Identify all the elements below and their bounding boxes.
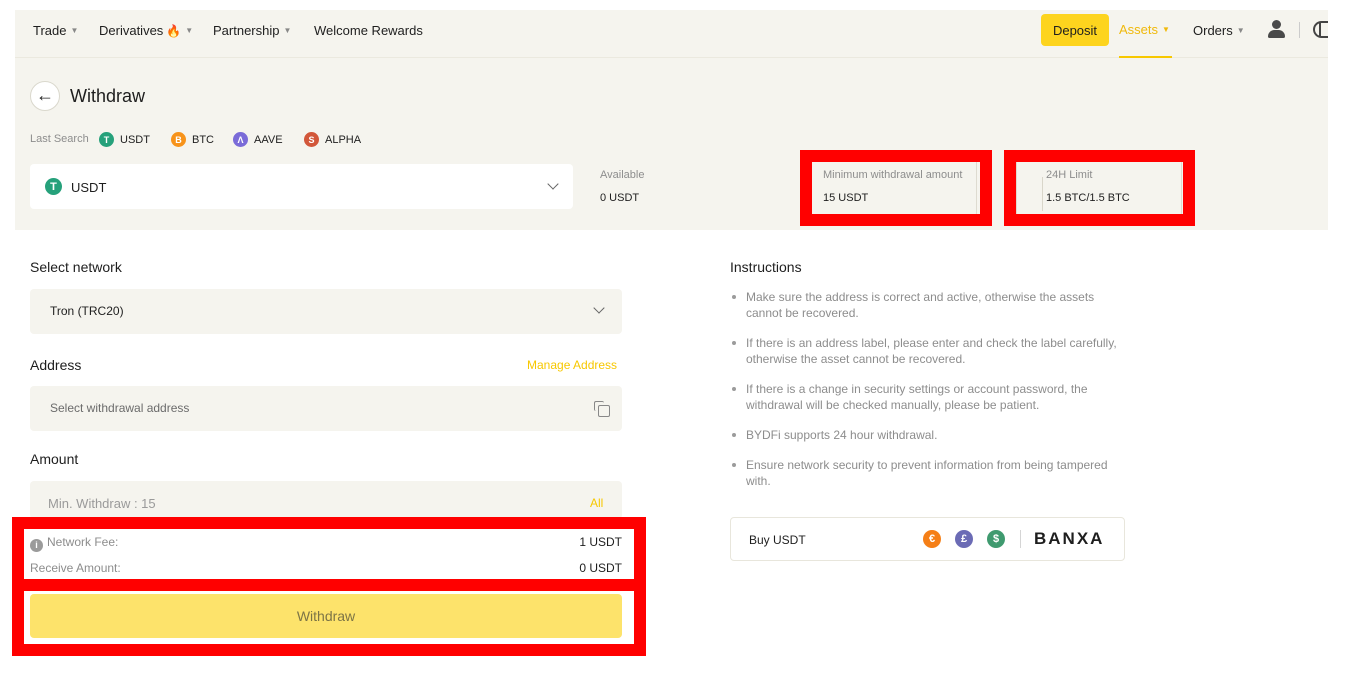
chip-label: USDT [120,133,150,146]
instructions-list: Make sure the address is correct and act… [730,289,1120,503]
top-nav: Trade ▼ Derivatives 🔥 ▼ Partnership ▼ Welcom… [15,10,1328,58]
copy-icon[interactable] [594,401,610,417]
last-search-chip-aave[interactable]: Λ AAVE [233,132,283,147]
highlight-24h-limit [1004,150,1195,226]
aave-coin-icon: Λ [233,132,248,147]
address-placeholder: Select withdrawal address [50,401,190,415]
instruction-item: Ensure network security to prevent infor… [730,457,1120,489]
instruction-item: If there is a change in security setting… [730,381,1120,413]
instructions-title: Instructions [730,259,802,275]
chip-label: BTC [192,133,214,146]
amount-label: Amount [30,451,79,467]
banxa-logo: BANXA [1034,529,1105,548]
nav-assets-label: Assets [1119,22,1159,37]
caret-down-icon: ▼ [70,26,79,35]
select-network-label: Select network [30,259,122,275]
last-search-chip-alpha[interactable]: S ALPHA [304,132,361,147]
caret-down-icon: ▼ [283,26,292,35]
amount-placeholder: Min. Withdraw : 15 [48,496,156,511]
last-search-chip-btc[interactable]: B BTC [171,132,214,147]
nav-orders-label: Orders [1193,23,1233,38]
alpha-coin-icon: S [304,132,319,147]
instruction-item: Make sure the address is correct and act… [730,289,1120,321]
dollar-icon: $ [987,530,1005,548]
last-search-chip-usdt[interactable]: T USDT [99,132,150,147]
nav-orders[interactable]: Orders ▼ [1193,23,1245,38]
caret-down-icon: ▼ [185,26,194,35]
chevron-down-icon [593,302,605,314]
caret-down-icon: ▼ [1236,26,1245,35]
highlight-divider [24,579,634,591]
chip-label: ALPHA [325,133,362,146]
amount-input[interactable]: Min. Withdraw : 15 [30,481,622,519]
receive-amount-label: Receive Amount: [30,561,121,575]
buy-divider [1020,530,1021,548]
coin-select[interactable]: T USDT [30,164,573,209]
info-icon[interactable]: i [30,539,43,552]
globe-icon[interactable] [1313,21,1328,38]
buy-crypto-box[interactable]: Buy USDT € £ $ BANXA [730,517,1125,561]
nav-welcome-rewards[interactable]: Welcome Rewards [314,23,423,38]
network-fee-label: Network Fee: [47,535,119,549]
receive-amount-value: 0 USDT [579,561,622,575]
nav-derivatives[interactable]: Derivatives 🔥 ▼ [99,23,193,38]
nav-assets[interactable]: Assets ▼ [1119,10,1172,58]
caret-down-icon: ▼ [1162,25,1170,34]
pound-icon: £ [955,530,973,548]
coin-select-value: USDT [71,180,107,195]
fire-icon: 🔥 [166,24,182,38]
page-title: Withdraw [70,86,146,106]
user-icon[interactable] [1267,20,1285,40]
nav-trade-label: Trade [33,23,67,38]
euro-icon: € [923,530,941,548]
available-value: 0 USDT [600,192,640,204]
btc-coin-icon: B [171,132,186,147]
nav-welcome-rewards-label: Welcome Rewards [314,23,423,38]
network-select[interactable]: Tron (TRC20) [30,289,622,334]
deposit-button[interactable]: Deposit [1041,14,1109,46]
nav-divider [1299,22,1300,38]
chip-label: AAVE [254,133,283,146]
manage-address-link[interactable]: Manage Address [527,358,617,372]
instruction-item: If there is an address label, please ent… [730,335,1120,367]
nav-partnership[interactable]: Partnership ▼ [213,23,291,38]
withdraw-button[interactable]: Withdraw [30,594,622,638]
nav-partnership-label: Partnership [213,23,280,38]
highlight-min-withdrawal [800,150,992,226]
buy-label: Buy USDT [749,533,806,547]
chevron-down-icon [547,178,559,190]
network-select-value: Tron (TRC20) [50,304,124,318]
last-search-label: Last Search [30,133,89,145]
instruction-item: BYDFi supports 24 hour withdrawal. [730,427,1120,443]
address-select[interactable]: Select withdrawal address [30,386,622,431]
nav-trade[interactable]: Trade ▼ [33,23,78,38]
usdt-coin-icon: T [45,178,62,195]
available-label: Available [600,169,645,181]
back-arrow-button[interactable]: ← [30,81,60,111]
nav-derivatives-label: Derivatives [99,23,164,38]
network-fee-value: 1 USDT [579,535,622,549]
all-amount-link[interactable]: All [590,496,603,510]
usdt-coin-icon: T [99,132,114,147]
address-label: Address [30,357,82,373]
